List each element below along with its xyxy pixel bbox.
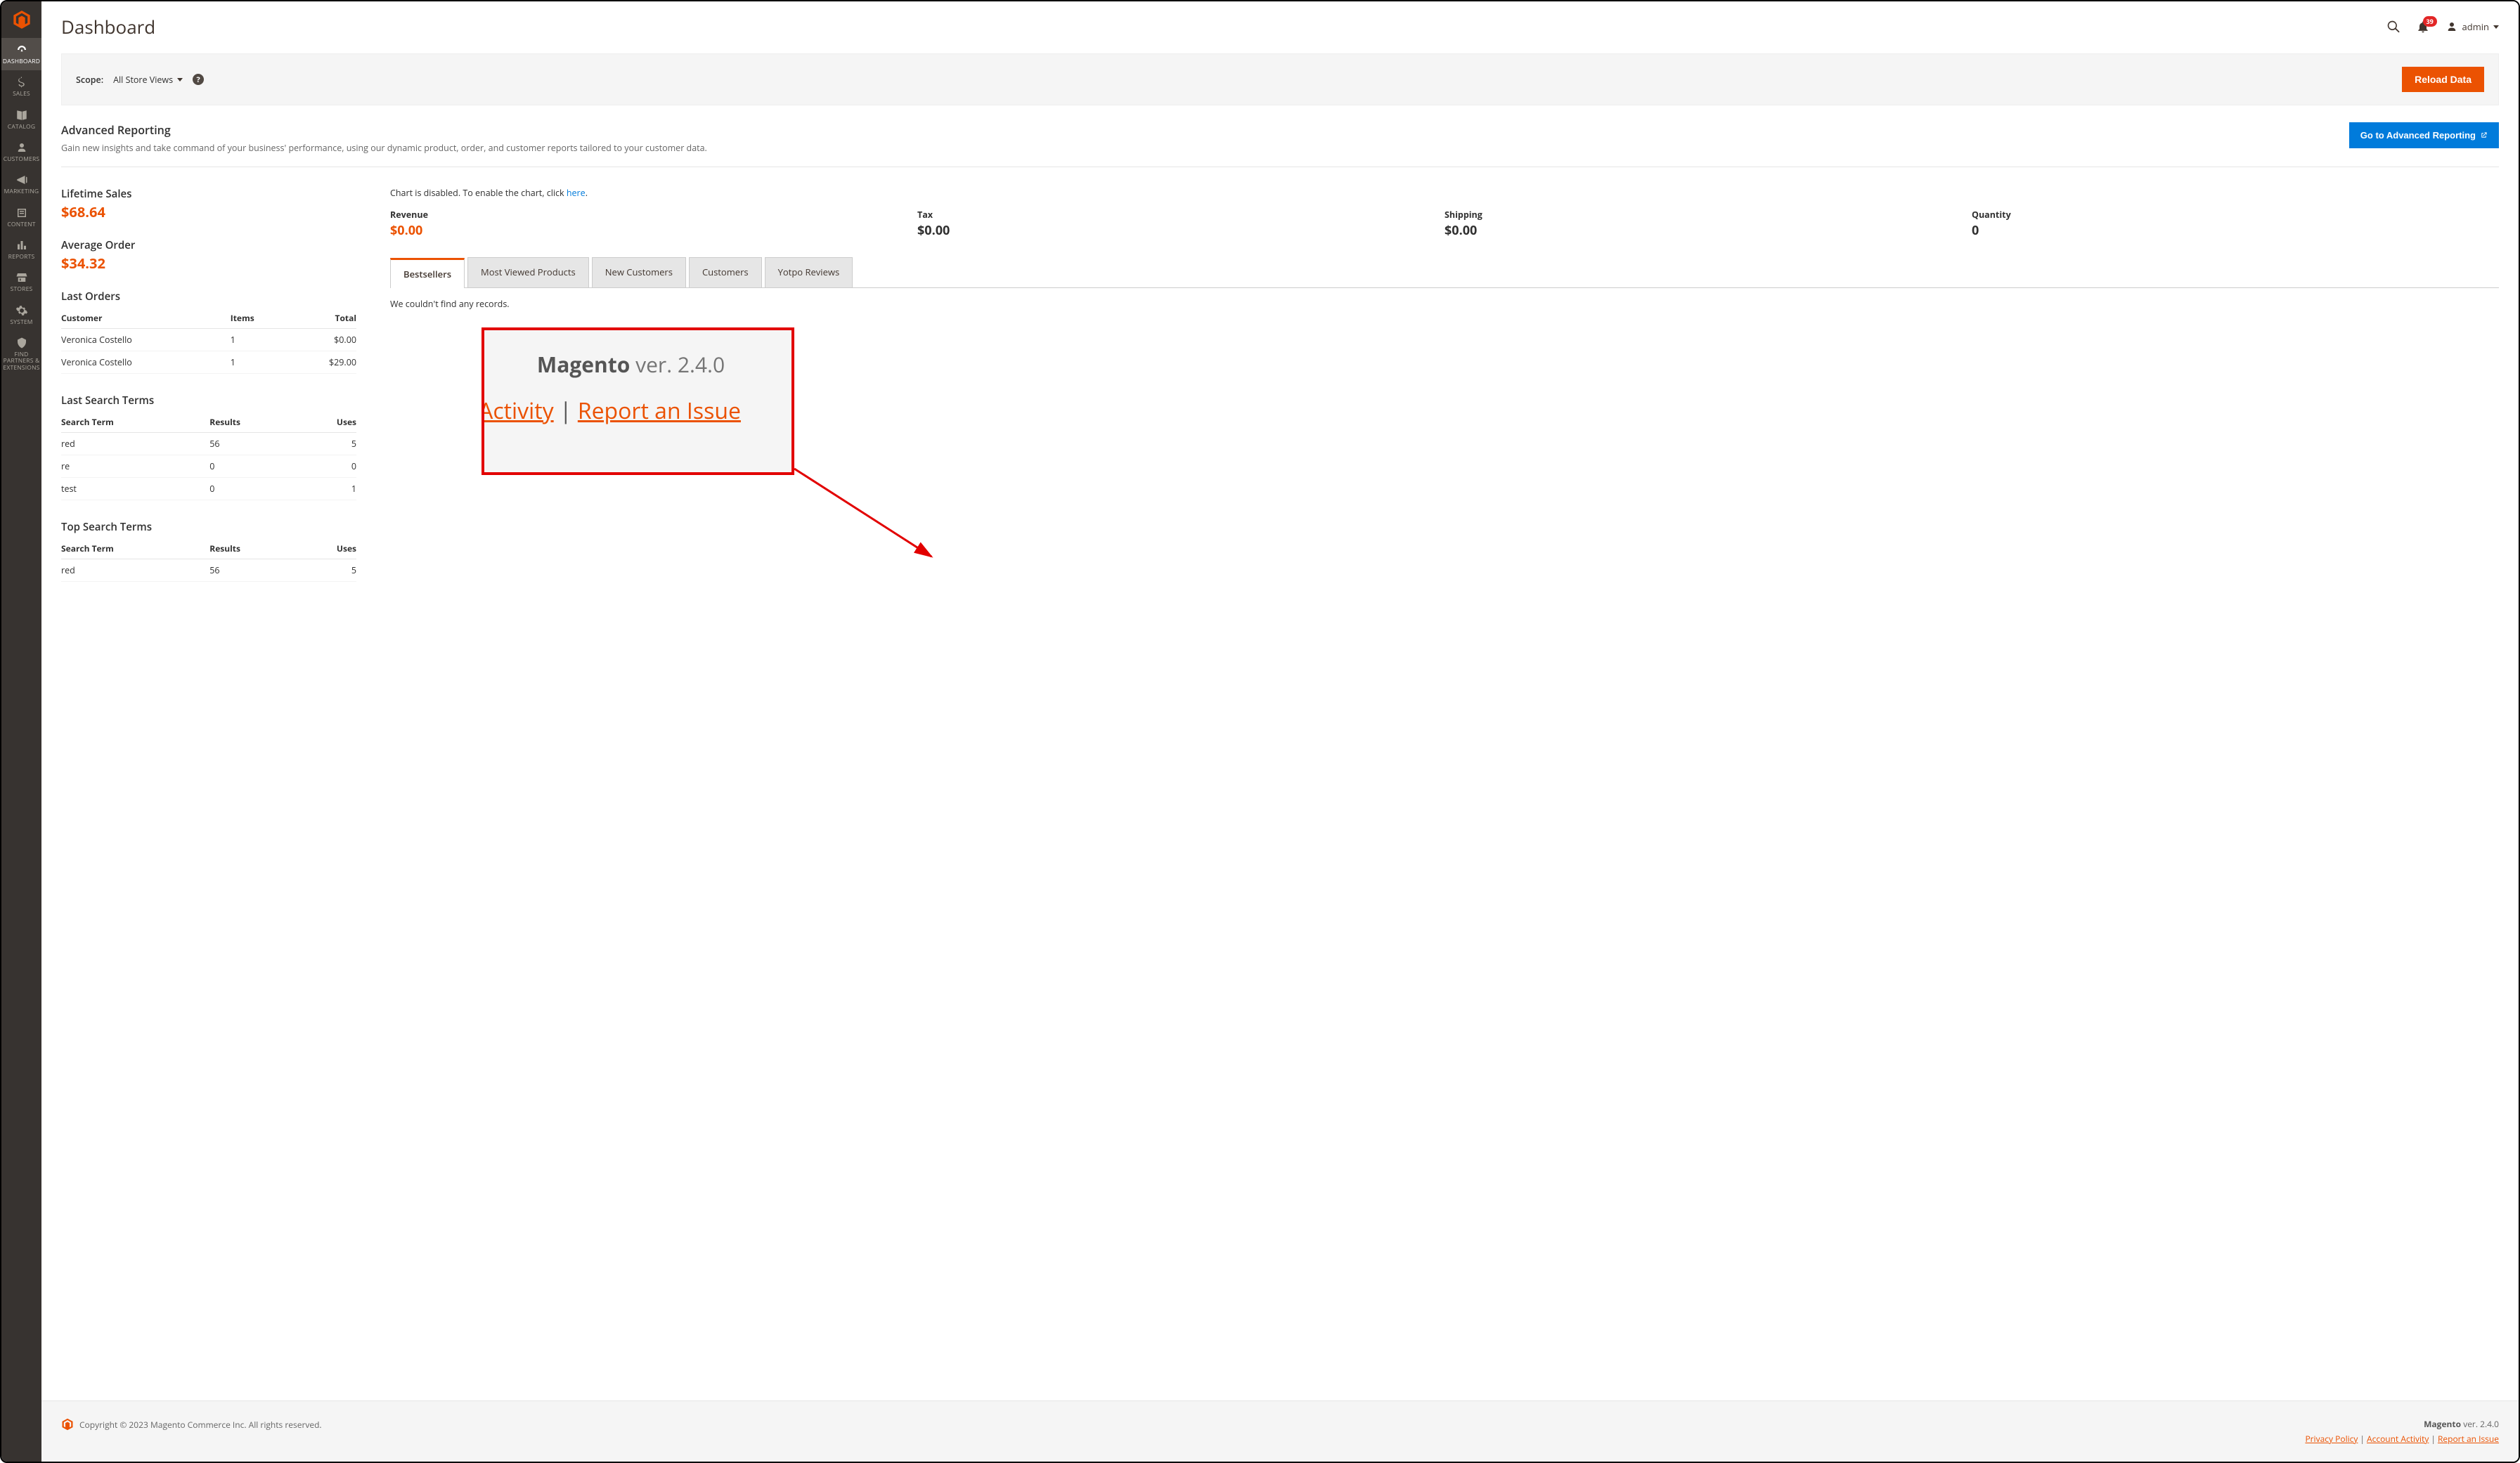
magento-logo[interactable]	[1, 1, 41, 38]
tab-bestsellers[interactable]: Bestsellers	[390, 258, 465, 288]
tab-new-customers[interactable]: New Customers	[592, 257, 686, 287]
sidebar-item-label: CATALOG	[8, 124, 35, 130]
advanced-reporting-desc: Gain new insights and take command of yo…	[61, 142, 707, 154]
tabs: Bestsellers Most Viewed Products New Cus…	[390, 257, 2499, 288]
no-records-message: We couldn't find any records.	[390, 298, 2499, 310]
sidebar-item-sales[interactable]: SALES	[1, 70, 41, 103]
col-total: Total	[293, 308, 356, 329]
sidebar-item-label: CUSTOMERS	[4, 156, 40, 162]
last-orders-table: Customer Items Total Veronica Costello1$…	[61, 308, 356, 374]
scope-label: Scope:	[76, 74, 103, 86]
sidebar-item-partners[interactable]: FIND PARTNERS & EXTENSIONS	[1, 331, 41, 377]
avg-order-label: Average Order	[61, 238, 356, 252]
last-orders-title: Last Orders	[61, 290, 356, 304]
quantity-value: 0	[1972, 222, 2485, 239]
table-row[interactable]: Veronica Costello1$0.00	[61, 329, 356, 351]
caret-down-icon	[2493, 25, 2499, 29]
page-title: Dashboard	[61, 14, 155, 39]
lifetime-sales-value: $68.64	[61, 202, 356, 221]
tab-customers[interactable]: Customers	[689, 257, 762, 287]
sidebar-item-marketing[interactable]: MARKETING	[1, 168, 41, 200]
sidebar-item-label: STORES	[11, 286, 33, 292]
sidebar-item-catalog[interactable]: CATALOG	[1, 103, 41, 136]
reload-data-button[interactable]: Reload Data	[2402, 67, 2484, 92]
sidebar-item-reports[interactable]: REPORTS	[1, 233, 41, 266]
col-term: Search Term	[61, 412, 204, 433]
col-uses: Uses	[303, 412, 356, 433]
notification-badge: 39	[2423, 16, 2437, 27]
advanced-reporting-button-label: Go to Advanced Reporting	[2360, 130, 2476, 141]
col-uses: Uses	[303, 538, 356, 559]
advanced-reporting-button[interactable]: Go to Advanced Reporting	[2349, 122, 2499, 148]
scope-value: All Store Views	[113, 74, 173, 86]
table-row[interactable]: red565	[61, 559, 356, 582]
user-menu[interactable]: admin	[2445, 20, 2499, 33]
search-icon[interactable]	[2386, 20, 2401, 34]
chart-note: Chart is disabled. To enable the chart, …	[390, 187, 2499, 199]
revenue-value: $0.00	[390, 222, 903, 239]
sidebar-item-label: MARKETING	[4, 188, 39, 195]
col-items: Items	[225, 308, 293, 329]
col-customer: Customer	[61, 308, 225, 329]
shipping-label: Shipping	[1445, 209, 1958, 221]
account-activity-link[interactable]: Account Activity	[2367, 1433, 2429, 1445]
sidebar-item-label: REPORTS	[8, 254, 35, 260]
table-row[interactable]: re00	[61, 455, 356, 478]
external-link-icon	[2480, 131, 2488, 139]
sidebar-item-dashboard[interactable]: DASHBOARD	[1, 38, 41, 70]
callout-arrow-icon	[791, 465, 945, 571]
privacy-policy-link[interactable]: Privacy Policy	[2305, 1433, 2358, 1445]
version-callout: Magento ver. 2.4.0 Activity | Report an …	[482, 327, 794, 475]
scope-bar: Scope: All Store Views ? Reload Data	[61, 53, 2499, 105]
sidebar-item-label: CONTENT	[7, 221, 35, 228]
copyright-text: Copyright © 2023 Magento Commerce Inc. A…	[79, 1419, 322, 1431]
advanced-reporting-title: Advanced Reporting	[61, 122, 707, 138]
tax-label: Tax	[917, 209, 1430, 221]
footer: Copyright © 2023 Magento Commerce Inc. A…	[41, 1400, 2519, 1462]
sidebar-item-label: SYSTEM	[10, 319, 32, 325]
quantity-label: Quantity	[1972, 209, 2485, 221]
scope-select[interactable]: All Store Views	[113, 74, 183, 86]
sidebar-item-label: SALES	[13, 91, 30, 97]
sidebar-item-stores[interactable]: STORES	[1, 266, 41, 298]
report-issue-link[interactable]: Report an Issue	[2438, 1433, 2499, 1445]
sidebar-item-label: DASHBOARD	[3, 58, 40, 65]
user-name: admin	[2462, 20, 2489, 33]
top-search-title: Top Search Terms	[61, 520, 356, 534]
table-row[interactable]: Veronica Costello1$29.00	[61, 351, 356, 374]
last-search-table: Search Term Results Uses red565 re00 tes…	[61, 412, 356, 500]
sidebar-item-customers[interactable]: CUSTOMERS	[1, 136, 41, 168]
table-row[interactable]: test01	[61, 478, 356, 500]
sidebar: DASHBOARD SALES CATALOG CUSTOMERS MARKET…	[1, 1, 41, 1462]
help-icon[interactable]: ?	[193, 74, 204, 85]
version-text: Magento ver. 2.4.0	[2305, 1418, 2499, 1430]
revenue-label: Revenue	[390, 209, 903, 221]
magento-logo-small	[61, 1418, 74, 1431]
tab-yotpo[interactable]: Yotpo Reviews	[765, 257, 853, 287]
notifications-icon[interactable]: 39	[2416, 20, 2430, 34]
sidebar-item-content[interactable]: CONTENT	[1, 201, 41, 233]
caret-down-icon	[177, 78, 183, 82]
avg-order-value: $34.32	[61, 254, 356, 273]
lifetime-sales-label: Lifetime Sales	[61, 187, 356, 201]
last-search-title: Last Search Terms	[61, 394, 356, 408]
col-results: Results	[204, 538, 302, 559]
enable-chart-link[interactable]: here	[567, 187, 586, 199]
col-term: Search Term	[61, 538, 204, 559]
top-search-table: Search Term Results Uses red565	[61, 538, 356, 582]
sidebar-item-system[interactable]: SYSTEM	[1, 299, 41, 331]
col-results: Results	[204, 412, 302, 433]
table-row[interactable]: red565	[61, 433, 356, 455]
tab-most-viewed[interactable]: Most Viewed Products	[467, 257, 589, 287]
shipping-value: $0.00	[1445, 222, 1958, 239]
tax-value: $0.00	[917, 222, 1430, 239]
sidebar-item-label: FIND PARTNERS & EXTENSIONS	[3, 351, 40, 371]
